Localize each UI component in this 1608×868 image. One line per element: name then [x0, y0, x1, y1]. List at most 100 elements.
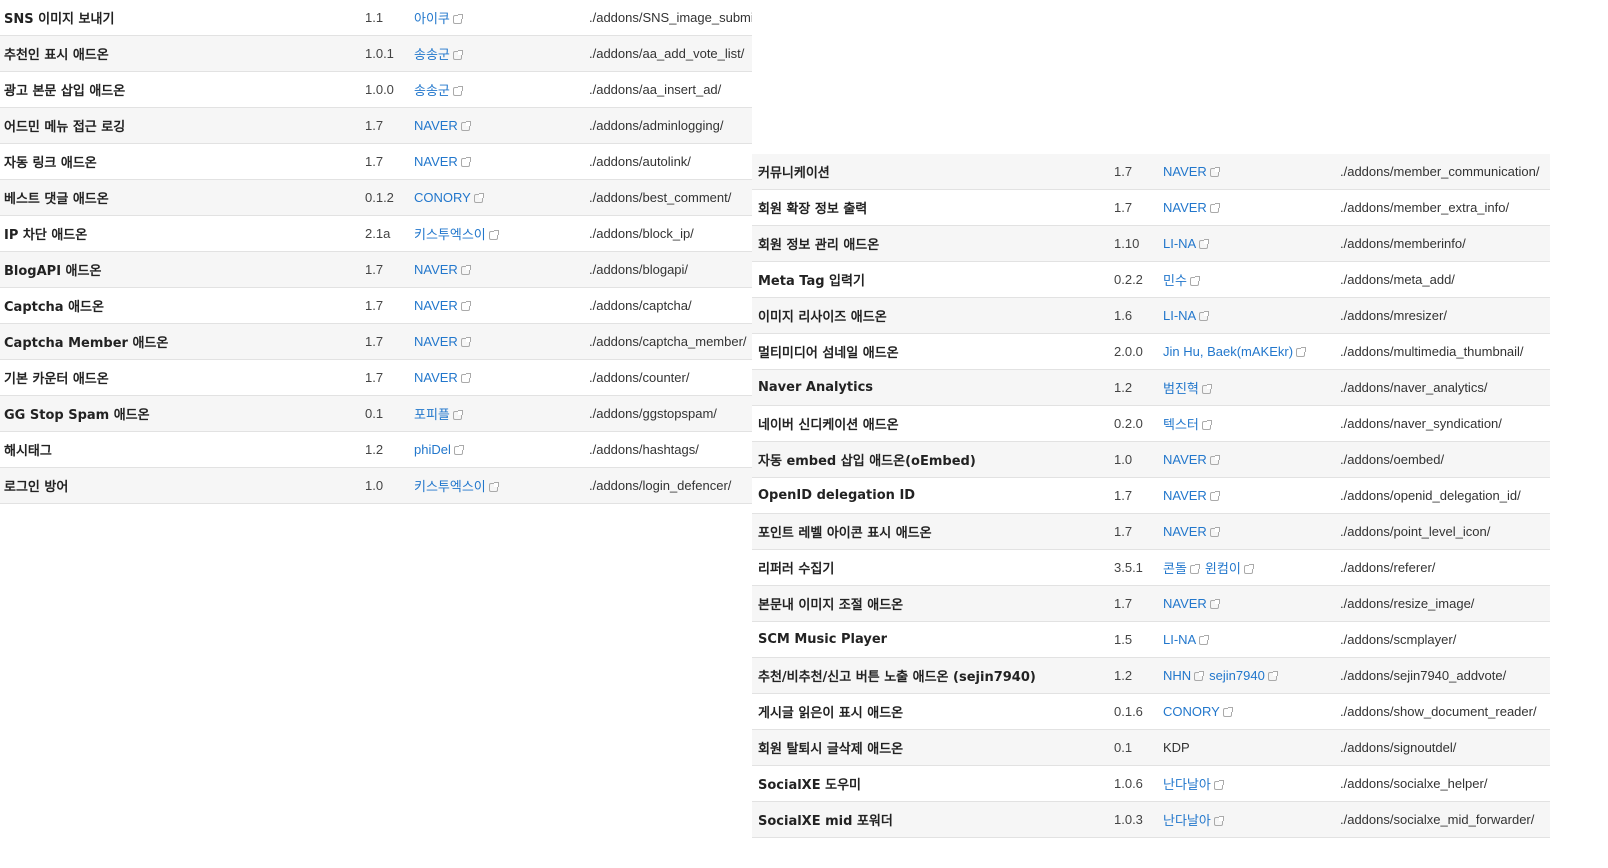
addon-name: 베스트 댓글 애드온 — [4, 192, 109, 207]
addon-version: 1.7 — [365, 298, 384, 313]
addon-authors: CONORY — [1163, 704, 1340, 719]
external-link-icon[interactable] — [460, 337, 471, 347]
addon-name: 광고 본문 삽입 애드온 — [4, 84, 126, 99]
author-link[interactable]: 윈컴이 — [1205, 561, 1241, 576]
addon-version: 1.2 — [1114, 668, 1133, 683]
external-link-icon[interactable] — [1189, 276, 1200, 286]
external-link-icon[interactable] — [1296, 347, 1307, 357]
external-link-icon[interactable] — [1209, 203, 1220, 213]
addon-version: 3.5.1 — [1114, 560, 1143, 575]
external-link-icon[interactable] — [1199, 635, 1210, 645]
external-link-icon[interactable] — [473, 193, 484, 203]
external-link-icon[interactable] — [452, 86, 463, 96]
author-link[interactable]: NAVER — [1163, 488, 1207, 503]
addon-path: ./addons/autolink/ — [589, 154, 691, 169]
external-link-icon[interactable] — [1189, 564, 1200, 574]
author-link[interactable]: LI-NA — [1163, 308, 1196, 323]
author-link[interactable]: LI-NA — [1163, 236, 1196, 251]
external-link-icon[interactable] — [460, 157, 471, 167]
external-link-icon[interactable] — [1213, 816, 1224, 826]
author-link[interactable]: CONORY — [1163, 704, 1220, 719]
external-link-icon[interactable] — [460, 265, 471, 275]
addon-row: 베스트 댓글 애드온 0.1.2 CONORY ./addons/best_comme… — [0, 180, 752, 216]
addon-path: ./addons/memberinfo/ — [1340, 236, 1466, 251]
author-link[interactable]: NAVER — [414, 154, 458, 169]
addon-authors: LI-NA — [1163, 632, 1340, 647]
external-link-icon[interactable] — [488, 230, 499, 240]
author-link[interactable]: NAVER — [1163, 524, 1207, 539]
external-link-icon[interactable] — [1194, 671, 1205, 681]
author-link[interactable]: 콘돌 — [1163, 561, 1187, 576]
author-link[interactable]: 난다날아 — [1163, 777, 1211, 792]
author-link[interactable]: 키스투엑스이 — [414, 479, 486, 494]
external-link-icon[interactable] — [452, 14, 463, 24]
author-link[interactable]: NAVER — [1163, 596, 1207, 611]
external-link-icon[interactable] — [460, 121, 471, 131]
addon-path: ./addons/meta_add/ — [1340, 272, 1455, 287]
author-link[interactable]: 난다날아 — [1163, 813, 1211, 828]
author-link[interactable]: NAVER — [414, 118, 458, 133]
external-link-icon[interactable] — [1199, 239, 1210, 249]
author-link[interactable]: sejin7940 — [1209, 668, 1265, 683]
addon-version: 1.7 — [365, 154, 384, 169]
external-link-icon[interactable] — [1243, 564, 1254, 574]
author-link[interactable]: NHN — [1163, 668, 1191, 683]
external-link-icon[interactable] — [488, 482, 499, 492]
author-link[interactable]: CONORY — [414, 190, 471, 205]
author-link[interactable]: NAVER — [1163, 452, 1207, 467]
external-link-icon[interactable] — [1267, 671, 1278, 681]
author-link[interactable]: 송송군 — [414, 47, 450, 62]
author-link[interactable]: 송송군 — [414, 83, 450, 98]
author-link[interactable]: phiDel — [414, 442, 451, 457]
external-link-icon[interactable] — [1209, 167, 1220, 177]
external-link-icon[interactable] — [1199, 311, 1210, 321]
addon-authors: 민수 — [1163, 270, 1340, 289]
author-link[interactable]: 텍스터 — [1163, 417, 1199, 432]
addon-row: 이미지 리사이즈 애드온 1.6 LI-NA ./addons/mresizer/ — [752, 298, 1550, 334]
external-link-icon[interactable] — [1201, 384, 1212, 394]
author-link[interactable]: NAVER — [414, 334, 458, 349]
addon-authors: NAVER — [414, 262, 589, 277]
author-link[interactable]: NAVER — [414, 298, 458, 313]
addon-path: ./addons/referer/ — [1340, 560, 1436, 575]
external-link-icon[interactable] — [1209, 599, 1220, 609]
author-link[interactable]: LI-NA — [1163, 632, 1196, 647]
external-link-icon[interactable] — [1209, 527, 1220, 537]
addon-authors: NAVER — [1163, 524, 1340, 539]
author-link[interactable]: 키스투엑스이 — [414, 227, 486, 242]
addon-row: 로그인 방어 1.0 키스투엑스이 ./addons/login_defencer/ — [0, 468, 752, 504]
addon-authors: NAVER — [1163, 452, 1340, 467]
author-link[interactable]: 포피플 — [414, 407, 450, 422]
author-link[interactable]: NAVER — [1163, 164, 1207, 179]
addon-authors: NAVER — [414, 370, 589, 385]
external-link-icon[interactable] — [452, 50, 463, 60]
addon-name: 본문내 이미지 조절 애드온 — [758, 598, 904, 613]
addon-path: ./addons/aa_add_vote_list/ — [589, 46, 745, 61]
author-link[interactable]: NAVER — [414, 370, 458, 385]
addon-version: 1.1 — [365, 10, 384, 25]
author-link[interactable]: 아이쿠 — [414, 11, 450, 26]
addon-authors: 송송군 — [414, 44, 589, 63]
external-link-icon[interactable] — [460, 301, 471, 311]
external-link-icon[interactable] — [1201, 420, 1212, 430]
external-link-icon[interactable] — [460, 373, 471, 383]
external-link-icon[interactable] — [1209, 455, 1220, 465]
addon-authors: 송송군 — [414, 80, 589, 99]
addon-table-right: 커뮤니케이션 1.7 NAVER ./addons/member_communicat… — [752, 154, 1550, 838]
addon-name: 네이버 신디케이션 애드온 — [758, 418, 899, 433]
addon-authors: NAVER — [414, 154, 589, 169]
author-link[interactable]: 민수 — [1163, 273, 1187, 288]
external-link-icon[interactable] — [452, 410, 463, 420]
author-link[interactable]: Jin Hu, Baek(mAKEkr) — [1163, 344, 1293, 359]
author-link[interactable]: NAVER — [414, 262, 458, 277]
addon-version: 1.7 — [1114, 164, 1133, 179]
external-link-icon[interactable] — [1222, 707, 1233, 717]
author-link[interactable]: 범진혁 — [1163, 381, 1199, 396]
addon-authors: phiDel — [414, 442, 589, 457]
author-link: KDP — [1163, 740, 1190, 755]
external-link-icon[interactable] — [1209, 491, 1220, 501]
external-link-icon[interactable] — [1213, 780, 1224, 790]
addon-authors: NAVER — [414, 118, 589, 133]
author-link[interactable]: NAVER — [1163, 200, 1207, 215]
external-link-icon[interactable] — [453, 445, 464, 455]
